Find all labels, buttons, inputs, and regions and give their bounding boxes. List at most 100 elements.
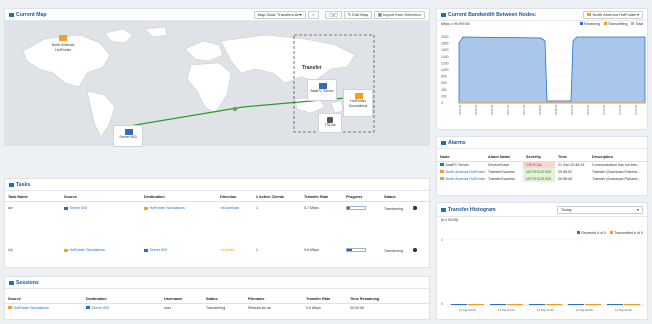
table-row[interactable]: North America HotFolder TransferSuccess … bbox=[437, 175, 647, 182]
col-node[interactable]: Node bbox=[437, 153, 486, 162]
bandwidth-unit-label: Mbps x 99.999.55 bbox=[441, 22, 470, 26]
map-icon bbox=[9, 12, 14, 17]
node-asiafc-server[interactable]: AsiaFC Server bbox=[307, 79, 337, 101]
col-description[interactable]: Description bbox=[589, 153, 647, 162]
task-destination[interactable]: Server 603 bbox=[150, 248, 168, 252]
tasks-table: Task Name Source Destination Direction #… bbox=[5, 193, 429, 257]
task-source[interactable]: HotFolder Simulations bbox=[70, 248, 105, 252]
node-label: AsiaFC Server bbox=[310, 89, 334, 93]
table-row[interactable]: AsiaFC Server ServiceDown CRITICAL 21 Se… bbox=[437, 161, 647, 168]
alarm-time: 21 Sep 10:46:15 bbox=[558, 162, 585, 167]
col-destination[interactable]: Destination bbox=[141, 193, 217, 202]
node-label: Server 603 bbox=[119, 135, 137, 139]
import-selection-button[interactable]: ▩ Import from Selection bbox=[374, 10, 425, 19]
tasks-icon bbox=[9, 182, 14, 187]
table-row[interactable]: Up HotFolder Simulations Server 603 ➔Upl… bbox=[5, 243, 429, 257]
col-filename[interactable]: Filename bbox=[245, 295, 303, 304]
task-source[interactable]: Server 603 bbox=[70, 206, 88, 210]
session-destination[interactable]: Server 603 bbox=[92, 306, 110, 310]
alarm-node[interactable]: North America HotFolder bbox=[446, 177, 486, 181]
legend-transmitting[interactable]: Transmitting bbox=[603, 22, 627, 26]
table-row[interactable]: dw Server 603 HotFolder Simulations ➔Dow… bbox=[5, 201, 429, 215]
task-rate: 0.7 Mbps bbox=[304, 206, 319, 211]
alarm-node: AsiaFC Server bbox=[445, 162, 469, 167]
col-transfer-rate[interactable]: Transfer Rate bbox=[303, 295, 347, 304]
col-username[interactable]: Username bbox=[161, 295, 203, 304]
table-row[interactable]: HotFolder Simulations Server 603 user Tr… bbox=[5, 303, 429, 312]
y-tick-label: 1000 bbox=[441, 68, 449, 72]
table-row[interactable]: North America HotFolder TransferSuccess … bbox=[437, 168, 647, 175]
bandwidth-node-select[interactable]: North America HotFolder ▾ bbox=[583, 10, 643, 19]
svg-text:10:00:00: 10:00:00 bbox=[602, 104, 606, 115]
alarms-header-row: Node Alarm Name Severity Time Descriptio… bbox=[437, 153, 647, 162]
col-transfer-rate[interactable]: Transfer Rate bbox=[301, 193, 343, 202]
legend-total[interactable]: Total bbox=[631, 22, 643, 26]
alarm-severity: NOTIFICATION bbox=[523, 175, 556, 182]
bandwidth-legend: Receiving Transmitting Total bbox=[580, 22, 643, 26]
legend-receiving[interactable]: Receiving bbox=[580, 22, 600, 26]
received-bar bbox=[529, 304, 545, 305]
edit-map-button[interactable]: ✎ Edit Map bbox=[343, 10, 373, 19]
col-progress[interactable]: Progress bbox=[343, 193, 381, 202]
chart-icon: ▩ bbox=[378, 12, 382, 17]
col-destination[interactable]: Destination bbox=[83, 295, 161, 304]
sessions-panel: Sessions Source Destination Username Sta… bbox=[4, 276, 430, 320]
histogram-range-select[interactable]: Today ▾ bbox=[557, 205, 643, 214]
histogram-legend: Received # of 0 Transmitted # of 0 bbox=[437, 223, 647, 235]
x-tick-label: 14 Sep 01:30 bbox=[537, 308, 554, 312]
alarm-severity: NOTIFICATION bbox=[523, 168, 556, 175]
folder-icon bbox=[440, 177, 444, 181]
current-map-header: Current Map Map Data: Transfers America … bbox=[5, 9, 429, 21]
alarms-title: Alarms bbox=[448, 139, 466, 146]
gear-icon[interactable] bbox=[413, 247, 418, 252]
col-alarm-name[interactable]: Alarm Name bbox=[485, 153, 524, 162]
task-rate: 0.6 Mbps bbox=[304, 248, 319, 252]
col-source[interactable]: Source bbox=[5, 295, 83, 304]
alarm-description: Transfer (Download Pictures... bbox=[592, 176, 641, 181]
node-tslink[interactable]: TSLink bbox=[318, 113, 342, 133]
col-direction[interactable]: Direction bbox=[217, 193, 253, 202]
server-icon bbox=[86, 306, 90, 310]
col-severity[interactable]: Severity bbox=[523, 153, 556, 162]
session-rate: 0.5 Mbps bbox=[306, 305, 321, 310]
received-bar bbox=[607, 304, 623, 305]
session-source[interactable]: HotFolder Simulations bbox=[14, 306, 49, 310]
map-data-select[interactable]: Map Data: Transfers America Asia▾ bbox=[253, 10, 306, 19]
y-tick-label: 2000 bbox=[441, 35, 449, 39]
received-bar bbox=[568, 304, 584, 305]
node-hotfolder-simulations[interactable]: HotFolder Simulations bbox=[343, 89, 373, 117]
alarm-node[interactable]: North America HotFolder bbox=[446, 170, 486, 174]
col-status[interactable]: Status bbox=[381, 193, 429, 202]
sessions-icon bbox=[9, 280, 14, 285]
task-direction: Upload bbox=[223, 248, 235, 252]
folder-icon bbox=[59, 35, 67, 41]
node-server-603[interactable]: Server 603 bbox=[113, 125, 143, 147]
gear-icon[interactable] bbox=[413, 205, 418, 210]
spacer-row bbox=[5, 215, 429, 243]
received-bar bbox=[451, 304, 467, 305]
svg-text:09:57:30: 09:57:30 bbox=[522, 104, 526, 115]
star-button[interactable]: ☆ bbox=[307, 10, 320, 19]
task-name: dw bbox=[8, 206, 13, 211]
legend-transmitted[interactable]: Transmitted # of 0 bbox=[610, 231, 643, 235]
node-north-america-hotfolder[interactable]: North America HotFolder bbox=[48, 35, 78, 63]
task-progress-fill bbox=[347, 207, 351, 210]
folder-icon bbox=[144, 206, 148, 210]
col-status[interactable]: Status bbox=[203, 295, 245, 304]
sessions-header-row: Source Destination Username Status Filen… bbox=[5, 295, 429, 304]
col-source[interactable]: Source bbox=[61, 193, 141, 202]
task-direction: Download bbox=[223, 206, 239, 211]
legend-received[interactable]: Received # of 0 bbox=[577, 231, 606, 235]
layout-toggle-button[interactable]: ▢|▢ bbox=[325, 10, 342, 19]
col-task-name[interactable]: Task Name bbox=[5, 193, 61, 202]
transmitted-bar bbox=[624, 304, 640, 305]
alarm-icon bbox=[441, 140, 446, 145]
col-time[interactable]: Time bbox=[555, 153, 590, 162]
task-status: Transferring bbox=[384, 248, 404, 253]
transfer-group-label: Transfer bbox=[302, 65, 322, 71]
task-clients: 1 bbox=[256, 206, 258, 211]
task-destination[interactable]: HotFolder Simulations bbox=[150, 206, 185, 210]
svg-text:1: 1 bbox=[441, 238, 443, 242]
col-active-clients[interactable]: # Active Clients bbox=[253, 193, 301, 202]
col-time-remaining[interactable]: Time Remaining bbox=[347, 295, 429, 304]
